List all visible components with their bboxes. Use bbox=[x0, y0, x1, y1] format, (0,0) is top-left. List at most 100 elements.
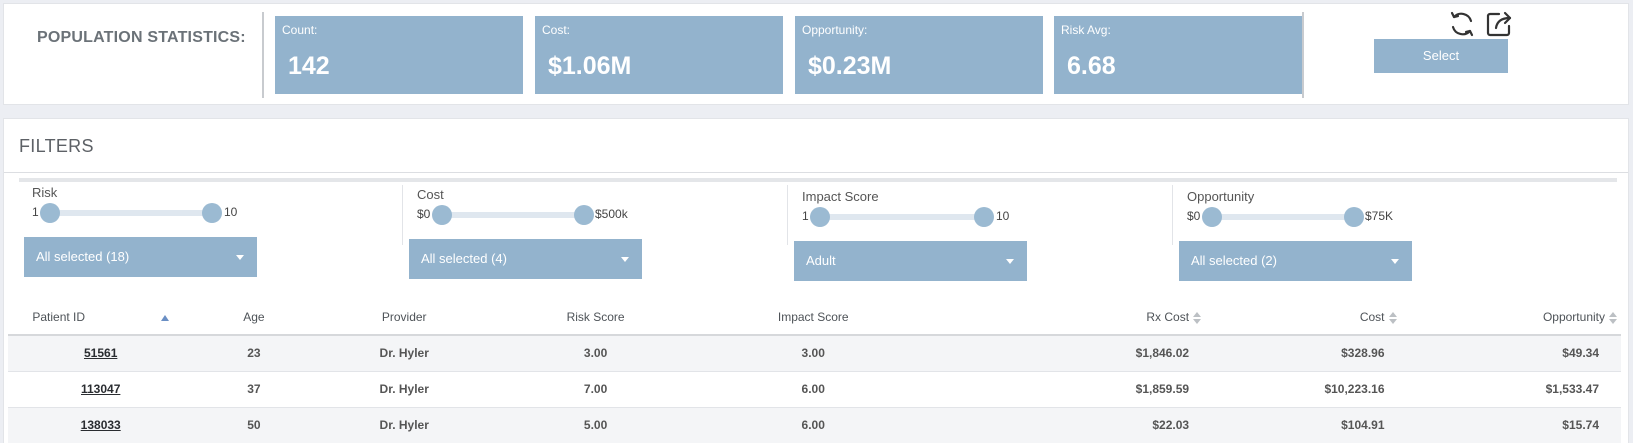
impact-score-range-max: 10 bbox=[996, 209, 1010, 223]
cost-value: $1.06M bbox=[548, 52, 632, 80]
patient-id-link[interactable]: 113047 bbox=[81, 382, 120, 396]
cost-range-min: $0 bbox=[417, 207, 431, 221]
table-row[interactable]: 51561 23 Dr. Hyler 3.00 3.00 $1,846.02 $328.96… bbox=[8, 335, 1621, 372]
table-row[interactable]: 113047 37 Dr. Hyler 7.00 6.00 $1,859.59 $10,22… bbox=[8, 371, 1621, 408]
patient-id-link[interactable]: 51561 bbox=[84, 346, 117, 360]
opportunity-filter-label: Opportunity bbox=[1187, 189, 1255, 204]
opportunity-value: $0.23M bbox=[808, 52, 892, 80]
chevron-down-icon bbox=[1006, 259, 1014, 264]
opportunity-slider-max-handle[interactable] bbox=[1344, 207, 1364, 227]
column-header-patient-id[interactable]: Patient ID bbox=[8, 300, 194, 336]
patient-id-cell: 113047 bbox=[8, 371, 194, 408]
risk-score-cell: 3.00 bbox=[494, 335, 698, 372]
column-header-risk-score[interactable]: Risk Score bbox=[494, 300, 698, 336]
chevron-down-icon bbox=[621, 257, 629, 262]
cost-label: Cost: bbox=[542, 23, 571, 37]
impact-score-slider-max-handle[interactable] bbox=[974, 207, 994, 227]
opportunity-range-min: $0 bbox=[1187, 209, 1201, 223]
age-cell: 37 bbox=[193, 371, 315, 408]
opportunity-slider-track[interactable] bbox=[1209, 214, 1356, 220]
provider-cell: Dr. Hyler bbox=[314, 371, 495, 408]
opportunity-label: Opportunity: bbox=[802, 23, 868, 37]
risk-range-max: 10 bbox=[224, 205, 238, 219]
risk-avg-label: Risk Avg: bbox=[1061, 23, 1111, 37]
column-header-age[interactable]: Age bbox=[193, 300, 315, 336]
sort-icon bbox=[1193, 311, 1202, 324]
patient-table: Patient ID Age Provider Risk Score Impac… bbox=[8, 300, 1621, 443]
opportunity-range-max: $75K bbox=[1365, 209, 1394, 223]
impact-score-slider-min-handle[interactable] bbox=[810, 207, 830, 227]
risk-slider-min-handle[interactable] bbox=[40, 203, 60, 223]
impact-score-cell: 6.00 bbox=[697, 371, 930, 408]
impact-score-range-min: 1 bbox=[802, 209, 809, 223]
sort-icon bbox=[1609, 311, 1617, 324]
column-header-cost[interactable]: Cost bbox=[1211, 300, 1407, 336]
cost-filter-label: Cost bbox=[417, 187, 444, 202]
risk-avg-card: Risk Avg: 6.68 bbox=[1054, 16, 1302, 94]
refresh-icon[interactable] bbox=[1446, 8, 1478, 40]
opportunity-cell: $49.34 bbox=[1406, 335, 1621, 372]
chevron-down-icon bbox=[1391, 259, 1399, 264]
rx-cost-cell: $1,859.59 bbox=[929, 371, 1212, 408]
cost-slider-max-handle[interactable] bbox=[574, 205, 594, 225]
impact-score-filter: Impact Score 1 10 Adult bbox=[786, 183, 1186, 297]
risk-dropdown[interactable]: All selected (18) bbox=[24, 237, 257, 277]
cost-dropdown[interactable]: All selected (4) bbox=[409, 239, 642, 279]
age-cell: 50 bbox=[193, 407, 315, 443]
patient-id-cell: 51561 bbox=[8, 335, 194, 372]
population-statistics-panel: POPULATION STATISTICS: Count: 142 Cost: … bbox=[3, 3, 1629, 105]
impact-score-slider-track[interactable] bbox=[820, 214, 986, 220]
risk-slider-track[interactable] bbox=[50, 210, 215, 216]
rx-cost-cell: $22.03 bbox=[929, 407, 1212, 443]
impact-score-dropdown-value: Adult bbox=[806, 253, 836, 268]
cost-card: Cost: $1.06M bbox=[535, 16, 783, 94]
column-header-opportunity[interactable]: Opportunity bbox=[1406, 300, 1621, 336]
table-header-row: Patient ID Age Provider Risk Score Impac… bbox=[8, 300, 1621, 336]
age-cell: 23 bbox=[193, 335, 315, 372]
cost-cell: $328.96 bbox=[1211, 335, 1407, 372]
column-header-rx-cost[interactable]: Rx Cost bbox=[929, 300, 1212, 336]
divider bbox=[262, 12, 264, 98]
cost-range-max: $500k bbox=[595, 207, 628, 221]
opportunity-card: Opportunity: $0.23M bbox=[795, 16, 1043, 94]
sort-ascending-icon bbox=[161, 314, 170, 321]
impact-score-dropdown[interactable]: Adult bbox=[794, 241, 1027, 281]
filters-title: FILTERS bbox=[19, 136, 94, 156]
risk-filter-label: Risk bbox=[32, 185, 58, 200]
cost-filter: Cost $0 $500k All selected (4) bbox=[401, 183, 801, 297]
share-icon[interactable] bbox=[1483, 8, 1515, 40]
patient-id-link[interactable]: 138033 bbox=[81, 418, 121, 432]
opportunity-filter: Opportunity $0 $75K All selected (2) bbox=[1171, 183, 1571, 297]
rx-cost-cell: $1,846.02 bbox=[929, 335, 1212, 372]
risk-range-min: 1 bbox=[32, 205, 39, 219]
opportunity-cell: $15.74 bbox=[1406, 407, 1621, 443]
table-row[interactable]: 138033 50 Dr. Hyler 5.00 6.00 $22.03 $104.91 $1… bbox=[8, 407, 1621, 443]
count-card: Count: 142 bbox=[275, 16, 523, 94]
impact-score-filter-label: Impact Score bbox=[802, 189, 879, 204]
sort-icon bbox=[1388, 311, 1397, 324]
impact-score-cell: 3.00 bbox=[697, 335, 930, 372]
count-value: 142 bbox=[288, 52, 330, 80]
opportunity-dropdown[interactable]: All selected (2) bbox=[1179, 241, 1412, 281]
risk-dropdown-value: All selected (18) bbox=[36, 249, 130, 264]
risk-avg-value: 6.68 bbox=[1067, 52, 1116, 80]
risk-slider-max-handle[interactable] bbox=[202, 203, 222, 223]
cost-cell: $104.91 bbox=[1211, 407, 1407, 443]
cost-cell: $10,223.16 bbox=[1211, 371, 1407, 408]
population-statistics-title: POPULATION STATISTICS: bbox=[37, 29, 246, 46]
divider bbox=[4, 172, 1628, 173]
chevron-down-icon bbox=[236, 255, 244, 260]
cost-slider-min-handle[interactable] bbox=[432, 205, 452, 225]
risk-filter: Risk 1 10 All selected (18) bbox=[16, 183, 416, 297]
impact-score-cell: 6.00 bbox=[697, 407, 930, 443]
opportunity-cell: $1,533.47 bbox=[1406, 371, 1621, 408]
column-header-impact-score[interactable]: Impact Score bbox=[697, 300, 930, 336]
column-header-provider[interactable]: Provider bbox=[314, 300, 495, 336]
cost-slider-track[interactable] bbox=[439, 212, 586, 218]
provider-cell: Dr. Hyler bbox=[314, 407, 495, 443]
divider bbox=[1302, 12, 1304, 98]
select-button[interactable]: Select bbox=[1374, 39, 1508, 73]
risk-score-cell: 7.00 bbox=[494, 371, 698, 408]
opportunity-slider-min-handle[interactable] bbox=[1202, 207, 1222, 227]
patient-id-cell: 138033 bbox=[8, 407, 194, 443]
